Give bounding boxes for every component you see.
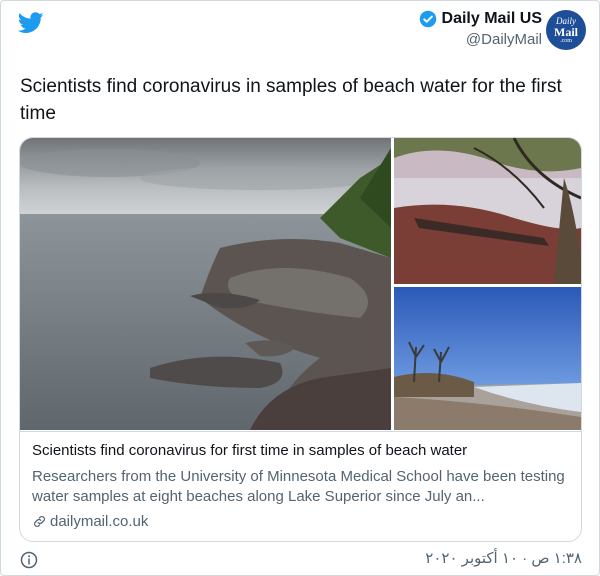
avatar-text-2: Mail xyxy=(554,24,578,39)
beach-photo-main[interactable] xyxy=(20,138,391,430)
card-title[interactable]: Scientists find coronavirus for first ti… xyxy=(32,442,467,459)
link-card[interactable]: Scientists find coronavirus for first ti… xyxy=(19,137,582,542)
account-handle[interactable]: @DailyMail xyxy=(419,31,542,48)
card-details[interactable]: Scientists find coronavirus for first ti… xyxy=(20,431,581,541)
card-domain-text[interactable]: dailymail.co.uk xyxy=(50,513,148,530)
avatar[interactable]: Daily Mail .com xyxy=(546,10,586,50)
avatar-text-3: .com xyxy=(560,37,572,44)
link-icon xyxy=(34,516,45,527)
beach-photo-top-right[interactable] xyxy=(394,138,581,284)
beach-photo-bottom-right[interactable] xyxy=(394,287,581,430)
info-icon[interactable] xyxy=(20,551,38,569)
card-domain[interactable]: dailymail.co.uk xyxy=(32,513,148,530)
tweet-timestamp[interactable]: ١:٣٨ ص · ١٠ أكتوبر ٢٠٢٠ xyxy=(425,549,582,567)
account-info[interactable]: Daily Mail US @DailyMail xyxy=(419,10,542,48)
account-name[interactable]: Daily Mail US xyxy=(442,10,542,28)
twitter-bird-icon[interactable] xyxy=(18,12,44,34)
verified-badge-icon xyxy=(419,10,436,28)
tweet-text: Scientists find coronavirus in samples o… xyxy=(20,76,562,124)
card-description: Researchers from the University of Minne… xyxy=(32,468,565,505)
